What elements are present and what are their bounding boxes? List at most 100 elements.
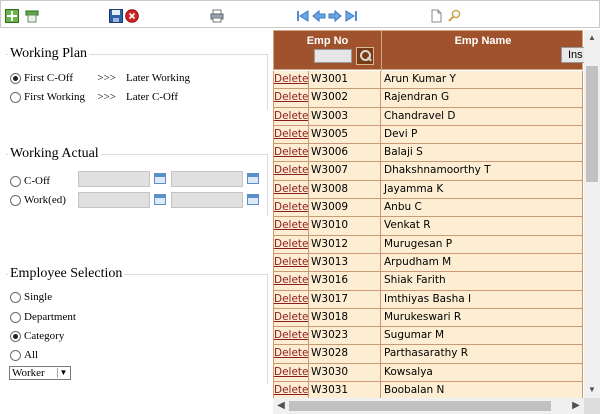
plan-option-first-coff[interactable]: First C-Off >>> Later Working [10,72,190,84]
table-row: Delete W3018 Murukeswari R [273,308,583,328]
emp-no-filter-input[interactable] [314,49,352,63]
delete-link[interactable]: Delete [274,274,308,286]
actual-option-worked[interactable]: Work(ed) [10,194,66,206]
plan-option-first-working[interactable]: First Working >>> Later C-Off [10,91,178,103]
delete-link[interactable]: Delete [274,91,308,103]
delete-link[interactable]: Delete [274,201,308,213]
table-row: Delete W3023 Sugumar M [273,327,583,346]
delete-link[interactable]: Delete [274,219,308,231]
plan-option-first-working-radio[interactable] [10,91,21,103]
chevron-down-icon[interactable]: ▼ [57,368,69,378]
emp-name-cell: Murugesan P [381,235,583,253]
delete-link[interactable]: Delete [274,238,308,250]
prev-icon[interactable] [312,9,326,23]
first-icon[interactable] [296,9,310,23]
scroll-right-icon[interactable]: ▶ [568,398,584,414]
delete-link[interactable]: Delete [274,329,308,341]
delete-link[interactable]: Delete [274,183,308,195]
delete-link[interactable]: Delete [274,384,308,396]
emp-no-cell: W3009 [309,199,381,217]
calendar-icon[interactable] [247,173,259,184]
actual-option-worked-radio[interactable] [10,194,21,206]
delete-cell: Delete [273,71,309,89]
selection-option-all-radio[interactable] [10,349,21,361]
last-icon[interactable] [344,9,358,23]
employee-grid: Emp No Emp Name Ins Delete W3001 Arun Kuma… [273,30,600,414]
delete-link[interactable]: Delete [274,146,308,158]
plan-option-first-coff-radio[interactable] [10,72,21,84]
calendar-icon[interactable] [154,173,166,184]
horizontal-scrollbar[interactable]: ◀ ▶ [273,398,584,414]
horizontal-scroll-thumb[interactable] [289,401,551,411]
scroll-up-icon[interactable]: ▲ [584,30,600,46]
emp-no-cell: W3028 [309,345,381,363]
worked-to-date-input[interactable] [171,192,243,208]
emp-no-cell: W3005 [309,125,381,144]
add-icon[interactable] [5,9,19,23]
table-row: Delete W3009 Anbu C [273,199,583,218]
plan-option-separator: >>> [97,72,116,84]
grid-icon[interactable] [25,9,39,23]
delete-link[interactable]: Delete [274,73,308,85]
plan-option-right: Later C-Off [126,91,179,103]
emp-no-cell: W3030 [309,363,381,382]
table-row: Delete W3016 Shiak Farith [273,272,583,291]
table-row: Delete W3001 Arun Kumar Y [273,71,583,90]
selection-option-category[interactable]: Category [10,330,64,342]
selection-option-department[interactable]: Department [10,311,76,323]
print-icon[interactable] [210,9,224,23]
delete-cell: Delete [273,180,309,199]
scroll-down-icon[interactable]: ▼ [584,382,600,398]
new-document-icon[interactable] [429,9,443,23]
table-row: Delete W3006 Balaji S [273,144,583,163]
actual-option-coff-radio[interactable] [10,175,21,187]
selection-option-label: Category [24,330,65,342]
emp-name-cell: Dhakshnamoorthy T [381,162,583,180]
delete-cell: Delete [273,107,309,125]
emp-name-cell: Balaji S [381,144,583,162]
scroll-left-icon[interactable]: ◀ [273,398,289,414]
emp-no-cell: W3006 [309,144,381,162]
emp-name-cell: Devi P [381,125,583,144]
save-icon[interactable] [109,9,123,23]
emp-name-cell: Anbu C [381,199,583,217]
search-icon[interactable] [356,47,374,65]
selection-option-category-radio[interactable] [10,330,21,342]
table-row: Delete W3008 Jayamma K [273,180,583,200]
delete-link[interactable]: Delete [274,347,308,359]
search-icon[interactable] [447,9,461,23]
emp-no-cell: W3018 [309,308,381,327]
coff-from-date-input[interactable] [78,171,150,187]
emp-name-cell: Sugumar M [381,327,583,345]
delete-link[interactable]: Delete [274,293,308,305]
selection-option-single[interactable]: Single [10,291,52,303]
employee-selection-legend: Employee Selection [10,266,123,281]
emp-no-cell: W3012 [309,235,381,253]
emp-no-cell: W3023 [309,327,381,345]
actual-option-coff[interactable]: C-Off [10,175,50,187]
delete-link[interactable]: Delete [274,256,308,268]
delete-cell: Delete [273,327,309,345]
vertical-scrollbar[interactable]: ▲ ▼ [584,30,600,398]
category-select[interactable]: Worker ▼ [9,366,71,380]
selection-option-label: All [24,349,39,361]
selection-option-all[interactable]: All [10,349,38,361]
selection-option-single-radio[interactable] [10,291,21,303]
vertical-scroll-thumb[interactable] [586,66,598,182]
delete-link[interactable]: Delete [274,110,308,122]
scrollbar-corner [584,398,600,414]
delete-link[interactable]: Delete [274,311,308,323]
delete-cell: Delete [273,217,309,235]
delete-cell: Delete [273,125,309,144]
coff-to-date-input[interactable] [171,171,243,187]
calendar-icon[interactable] [154,194,166,205]
next-icon[interactable] [328,9,342,23]
worked-from-date-input[interactable] [78,192,150,208]
calendar-icon[interactable] [247,194,259,205]
emp-name-cell: Shiak Farith [381,272,583,290]
delete-link[interactable]: Delete [274,366,308,378]
delete-icon[interactable] [125,9,139,23]
delete-link[interactable]: Delete [274,164,308,176]
selection-option-department-radio[interactable] [10,311,21,323]
delete-link[interactable]: Delete [274,128,308,140]
